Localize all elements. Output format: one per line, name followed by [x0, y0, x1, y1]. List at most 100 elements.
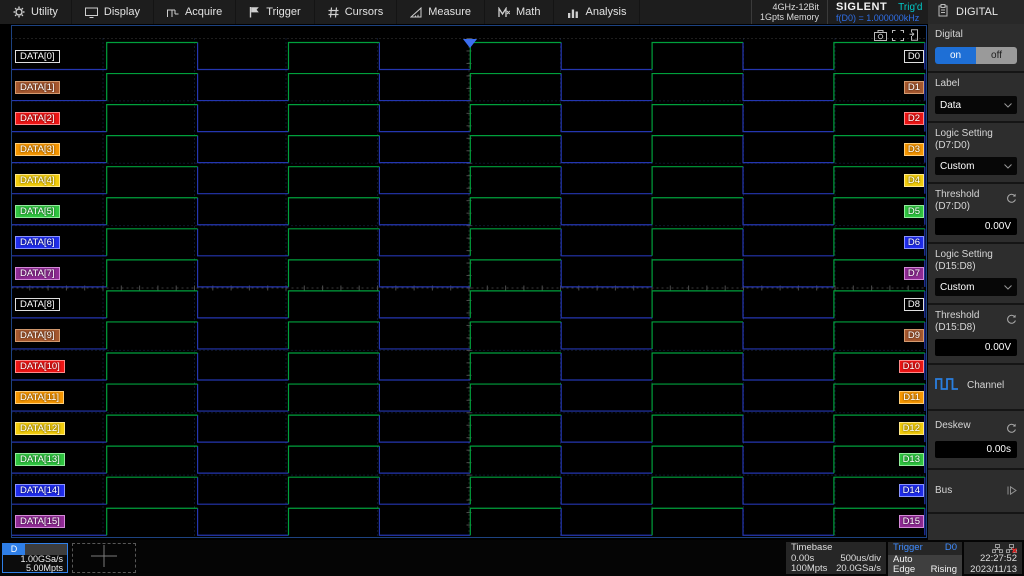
digital-off-button[interactable]: off: [976, 47, 1017, 64]
flip-page-icon[interactable]: [909, 28, 920, 46]
section-logic-d15d8: Logic Setting (D15:D8) Custom: [928, 244, 1024, 305]
logic-d15d8-value: Custom: [940, 282, 974, 293]
network-status-icons: [969, 544, 1017, 553]
channel-label-D10[interactable]: DATA[10]: [15, 360, 65, 373]
channel-label-D4[interactable]: DATA[4]: [15, 174, 60, 187]
channel-label-D13[interactable]: DATA[13]: [15, 453, 65, 466]
plot-corner-tools: [874, 28, 920, 46]
plus-icon: [91, 545, 117, 572]
lan-icon: [992, 544, 1003, 553]
clock-date: 2023/11/13: [969, 564, 1017, 575]
trigger-position-marker[interactable]: [463, 39, 477, 48]
threshold-d15d8-reset-icon[interactable]: [1006, 312, 1017, 330]
section-threshold-d7d0: Threshold (D7:D0) 0.00V: [928, 184, 1024, 244]
digital-label: Digital: [935, 29, 1017, 41]
digital-on-button[interactable]: on: [935, 47, 976, 64]
trigger-panel[interactable]: Trigger D0 Auto Edge Rising: [888, 542, 962, 574]
bus-expand-icon: [1007, 482, 1017, 500]
digital-panel-title: DIGITAL: [956, 6, 998, 18]
threshold-d7d0-field[interactable]: 0.00V: [935, 218, 1017, 235]
channel-label-D15[interactable]: DATA[15]: [15, 515, 65, 528]
trigger-source: D0: [945, 543, 957, 554]
digital-on-off-toggle: on off: [935, 47, 1017, 64]
channel-tag-D15[interactable]: D15: [899, 515, 924, 528]
deskew-reset-icon[interactable]: [1006, 421, 1017, 439]
clock-time: 22:27:52: [969, 553, 1017, 564]
threshold-d15d8-value: 0.00V: [985, 342, 1011, 353]
channel-tag-D3[interactable]: D3: [904, 143, 924, 156]
logic-d15d8-dropdown[interactable]: Custom: [935, 278, 1017, 296]
section-logic-d7d0: Logic Setting (D7:D0) Custom: [928, 123, 1024, 184]
channel-tag-D11[interactable]: D11: [899, 391, 924, 404]
section-bus[interactable]: Bus: [928, 470, 1024, 514]
chevron-down-icon: [1004, 161, 1012, 172]
channel-label-D1[interactable]: DATA[1]: [15, 81, 60, 94]
timebase-points: 100Mpts: [791, 564, 827, 575]
channel-tag-D7[interactable]: D7: [904, 267, 924, 280]
trigger-title: Trigger: [893, 543, 923, 554]
bus-label: Bus: [935, 485, 952, 497]
trigger-slope: Rising: [931, 565, 957, 576]
waveform-display-area[interactable]: DATA[0] D0 DATA[1] D1 DATA[2] D2 DATA[3] D3 DATA…: [0, 0, 928, 540]
deskew-field[interactable]: 0.00s: [935, 441, 1017, 458]
bottom-status-bar: D 1.00GSa/s 5.00Mpts Timebase 0.00s 500u…: [0, 540, 1024, 576]
logic-d7d0-range: (D7:D0): [935, 140, 1017, 151]
channel-label-D6[interactable]: DATA[6]: [15, 236, 60, 249]
channel-tag-D5[interactable]: D5: [904, 205, 924, 218]
lan-disconnected-icon: [1006, 544, 1017, 553]
channel-label-D9[interactable]: DATA[9]: [15, 329, 60, 342]
digital-panel-header[interactable]: DIGITAL: [928, 0, 1024, 24]
channel-tag-D9[interactable]: D9: [904, 329, 924, 342]
threshold-d7d0-range: (D7:D0): [935, 201, 1017, 212]
logic-d7d0-dropdown[interactable]: Custom: [935, 157, 1017, 175]
threshold-d15d8-range: (D15:D8): [935, 322, 1017, 333]
channel-tag-D13[interactable]: D13: [899, 453, 924, 466]
screenshot-camera-icon[interactable]: [874, 28, 887, 46]
digital-mem-depth: 5.00Mpts: [3, 564, 67, 573]
channel-label-D2[interactable]: DATA[2]: [15, 112, 60, 125]
deskew-label: Deskew: [935, 416, 1017, 432]
channel-label-D7[interactable]: DATA[7]: [15, 267, 60, 280]
digital-settings-sidebar: Digital on off Label Data Logic Setting …: [928, 24, 1024, 576]
channel-label-D12[interactable]: DATA[12]: [15, 422, 65, 435]
channel-label-D5[interactable]: DATA[5]: [15, 205, 60, 218]
channel-tag-D12[interactable]: D12: [899, 422, 924, 435]
digital-channel-descriptor[interactable]: D 1.00GSa/s 5.00Mpts: [2, 543, 68, 573]
section-label: Label Data: [928, 73, 1024, 123]
threshold-d15d8-field[interactable]: 0.00V: [935, 339, 1017, 356]
logic-d15d8-title: Logic Setting: [935, 249, 1017, 261]
channel-tag-D4[interactable]: D4: [904, 174, 924, 187]
channel-tag-D2[interactable]: D2: [904, 112, 924, 125]
channel-tag-D0[interactable]: D0: [904, 50, 924, 63]
channel-label-D11[interactable]: DATA[11]: [15, 391, 64, 404]
timebase-sample-rate: 20.0GSa/s: [836, 564, 881, 575]
chevron-down-icon: [1004, 282, 1012, 293]
channel-label-D8[interactable]: DATA[8]: [15, 298, 60, 311]
channel-tag-D1[interactable]: D1: [904, 81, 924, 94]
timebase-panel[interactable]: Timebase 0.00s 500us/div 100Mpts 20.0GSa…: [786, 542, 886, 574]
fullscreen-frame-icon[interactable]: [892, 28, 904, 46]
threshold-d7d0-reset-icon[interactable]: [1006, 191, 1017, 209]
add-channel-button[interactable]: [72, 543, 136, 573]
label-dropdown[interactable]: Data: [935, 96, 1017, 114]
channel-label-D3[interactable]: DATA[3]: [15, 143, 60, 156]
channel-tag-D6[interactable]: D6: [904, 236, 924, 249]
channel-label-D14[interactable]: DATA[14]: [15, 484, 65, 497]
logic-d15d8-range: (D15:D8): [935, 261, 1017, 272]
section-channel[interactable]: Channel: [928, 365, 1024, 411]
threshold-d15d8-title: Threshold: [935, 310, 1017, 322]
trigger-type: Edge: [893, 565, 915, 576]
section-threshold-d15d8: Threshold (D15:D8) 0.00V: [928, 305, 1024, 365]
channel-tag-D8[interactable]: D8: [904, 298, 924, 311]
timebase-title: Timebase: [791, 543, 832, 554]
threshold-d7d0-title: Threshold: [935, 189, 1017, 201]
channel-tag-D14[interactable]: D14: [899, 484, 924, 497]
logic-d7d0-title: Logic Setting: [935, 128, 1017, 140]
label-dropdown-value: Data: [940, 100, 961, 111]
clipboard-icon: [938, 4, 948, 20]
clock-panel[interactable]: 22:27:52 2023/11/13: [964, 542, 1022, 574]
digital-waveforms: [0, 0, 928, 540]
label-section-title: Label: [935, 78, 1017, 90]
channel-label-D0[interactable]: DATA[0]: [15, 50, 60, 63]
channel-tag-D10[interactable]: D10: [899, 360, 924, 373]
